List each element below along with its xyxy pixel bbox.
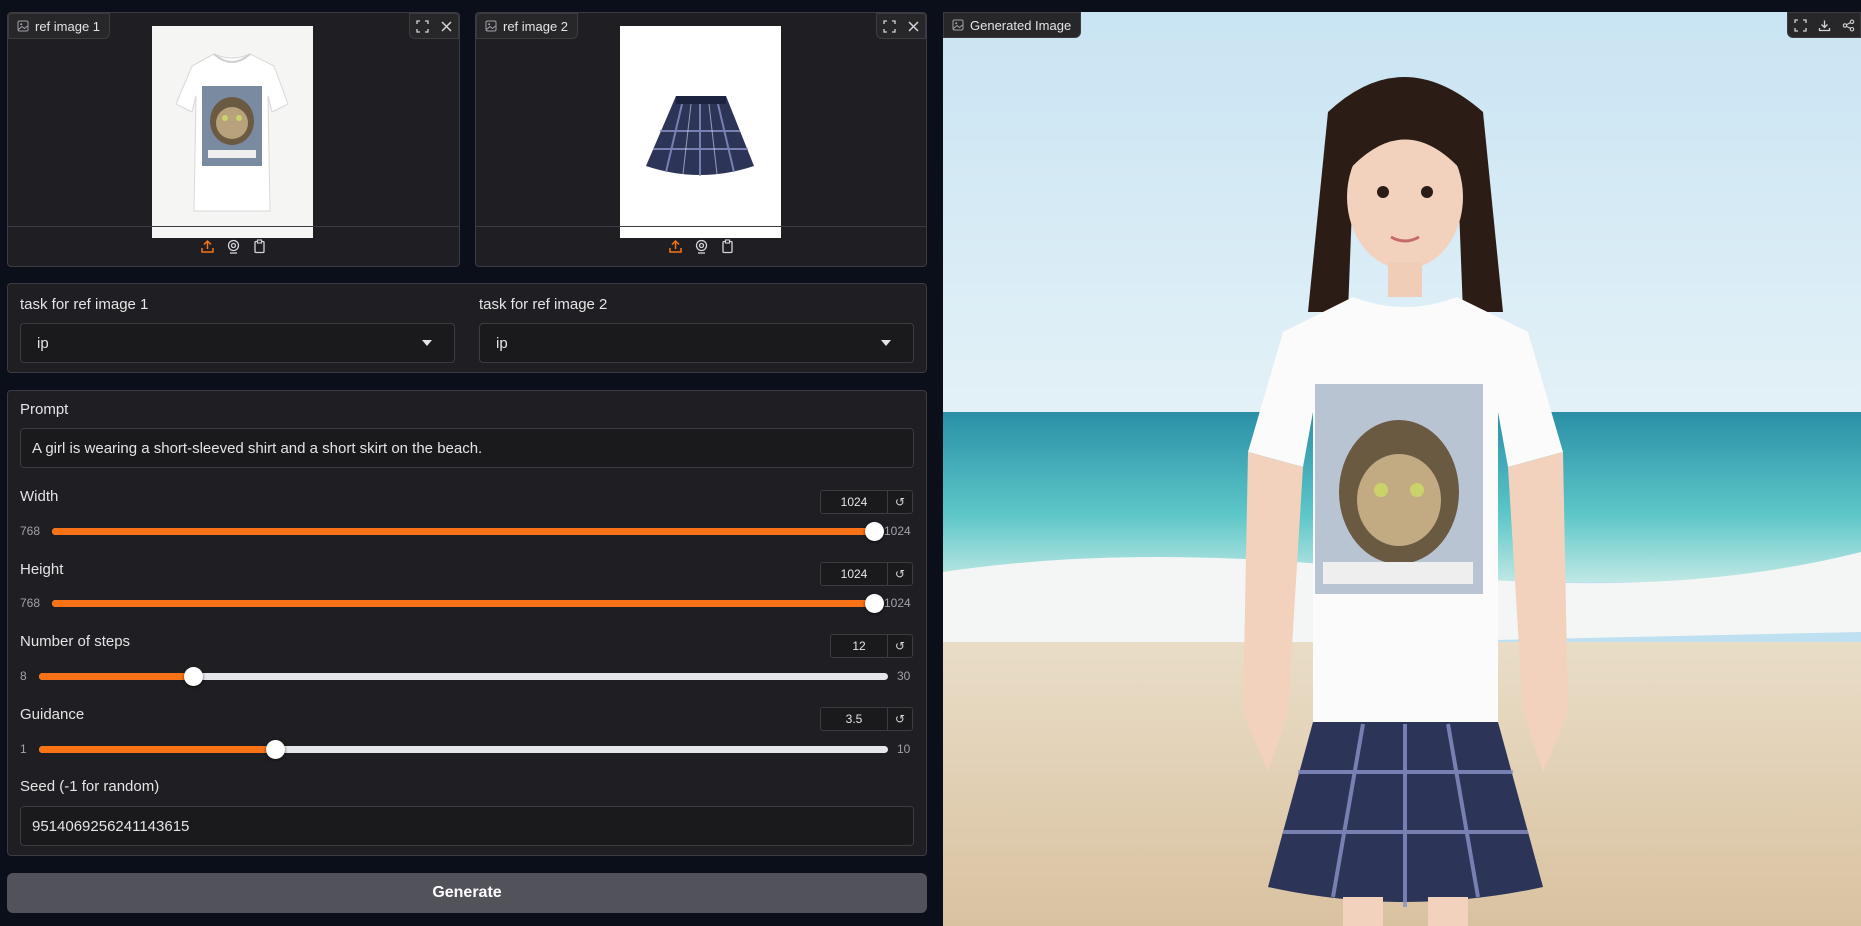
width-slider-thumb[interactable] xyxy=(865,522,884,541)
generated-image xyxy=(943,12,1861,926)
steps-max: 30 xyxy=(897,669,911,683)
ref-image-2-corner-buttons xyxy=(876,13,926,39)
fullscreen-icon[interactable] xyxy=(1788,13,1812,37)
steps-slider-thumb[interactable] xyxy=(184,667,203,686)
height-min: 768 xyxy=(20,596,41,610)
generated-image-corner-buttons xyxy=(1787,12,1861,38)
task-1-label: task for ref image 1 xyxy=(20,296,149,313)
width-max: 1024 xyxy=(884,524,911,538)
width-label: Width xyxy=(20,488,59,505)
clipboard-icon[interactable] xyxy=(719,239,735,255)
task-2-label: task for ref image 2 xyxy=(479,296,608,313)
guidance-min: 1 xyxy=(20,742,27,756)
height-slider[interactable] xyxy=(52,594,884,613)
width-slider-fill xyxy=(52,528,874,535)
height-max: 1024 xyxy=(884,596,911,610)
ref-image-2-label: ref image 2 xyxy=(476,13,579,39)
generated-image-label: Generated Image xyxy=(943,12,1082,38)
ref-image-2-panel[interactable]: ref image 2 xyxy=(475,12,927,267)
clipboard-icon[interactable] xyxy=(252,239,268,255)
height-reset-button[interactable]: ↺ xyxy=(888,562,913,586)
guidance-label: Guidance xyxy=(20,706,85,723)
guidance-slider-thumb[interactable] xyxy=(266,740,285,759)
height-slider-fill xyxy=(52,600,874,607)
seed-value: 9514069256241143615 xyxy=(32,817,190,835)
generated-image-label-text: Generated Image xyxy=(970,17,1072,33)
steps-slider[interactable] xyxy=(39,667,888,686)
image-icon xyxy=(952,19,964,31)
guidance-reset-button[interactable]: ↺ xyxy=(888,707,913,731)
guidance-number-input[interactable]: 3.5 xyxy=(820,707,888,731)
ref-image-2-thumbnail xyxy=(620,26,781,238)
settings-panel: Prompt A girl is wearing a short-sleeved… xyxy=(7,390,927,856)
seed-input[interactable]: 9514069256241143615 xyxy=(20,806,914,846)
guidance-max: 10 xyxy=(897,742,911,756)
task-2-value: ip xyxy=(496,334,508,352)
fullscreen-icon[interactable] xyxy=(410,14,434,38)
height-label: Height xyxy=(20,561,64,578)
task-2-dropdown[interactable]: ip xyxy=(479,323,914,363)
ref-image-1-thumbnail xyxy=(152,26,313,238)
download-icon[interactable] xyxy=(1812,13,1836,37)
ref-image-1-label: ref image 1 xyxy=(8,13,111,39)
steps-number-input[interactable]: 12 xyxy=(830,634,888,658)
steps-label: Number of steps xyxy=(20,633,131,650)
fullscreen-icon[interactable] xyxy=(877,14,901,38)
seed-label: Seed (-1 for random) xyxy=(20,778,160,795)
width-slider[interactable] xyxy=(52,522,884,541)
prompt-label: Prompt xyxy=(20,401,69,418)
caret-down-icon xyxy=(422,340,432,346)
ref-image-2-toolbar xyxy=(476,226,926,266)
guidance-slider-fill xyxy=(39,746,275,753)
steps-slider-fill xyxy=(39,673,193,680)
prompt-input[interactable]: A girl is wearing a short-sleeved shirt … xyxy=(20,428,914,468)
guidance-slider[interactable] xyxy=(39,740,888,759)
height-number-input[interactable]: 1024 xyxy=(820,562,888,586)
task-1-dropdown[interactable]: ip xyxy=(20,323,455,363)
width-reset-button[interactable]: ↺ xyxy=(888,490,913,514)
share-icon[interactable] xyxy=(1836,13,1860,37)
task-1-value: ip xyxy=(37,334,49,352)
prompt-value: A girl is wearing a short-sleeved shirt … xyxy=(32,439,483,457)
width-number-input[interactable]: 1024 xyxy=(820,490,888,514)
ref-image-1-panel[interactable]: ref image 1 xyxy=(7,12,460,267)
task-panel: task for ref image 1 ip task for ref ima… xyxy=(7,283,927,373)
caret-down-icon xyxy=(881,340,891,346)
close-icon[interactable] xyxy=(901,14,925,38)
generate-button[interactable]: Generate xyxy=(7,873,927,913)
ref-image-1-toolbar xyxy=(8,226,459,266)
upload-icon[interactable] xyxy=(200,239,216,255)
tshirt-image xyxy=(152,26,313,238)
steps-reset-button[interactable]: ↺ xyxy=(888,634,913,658)
image-icon xyxy=(17,20,29,32)
generated-image-panel: Generated Image xyxy=(943,12,1861,926)
webcam-icon[interactable] xyxy=(226,239,242,255)
skirt-image xyxy=(620,26,781,238)
ref-image-1-corner-buttons xyxy=(409,13,459,39)
image-icon xyxy=(485,20,497,32)
ref-image-1-label-text: ref image 1 xyxy=(35,18,101,34)
steps-min: 8 xyxy=(20,669,27,683)
upload-icon[interactable] xyxy=(667,239,683,255)
height-slider-thumb[interactable] xyxy=(865,594,884,613)
close-icon[interactable] xyxy=(434,14,458,38)
width-min: 768 xyxy=(20,524,41,538)
webcam-icon[interactable] xyxy=(693,239,709,255)
ref-image-2-label-text: ref image 2 xyxy=(503,18,569,34)
